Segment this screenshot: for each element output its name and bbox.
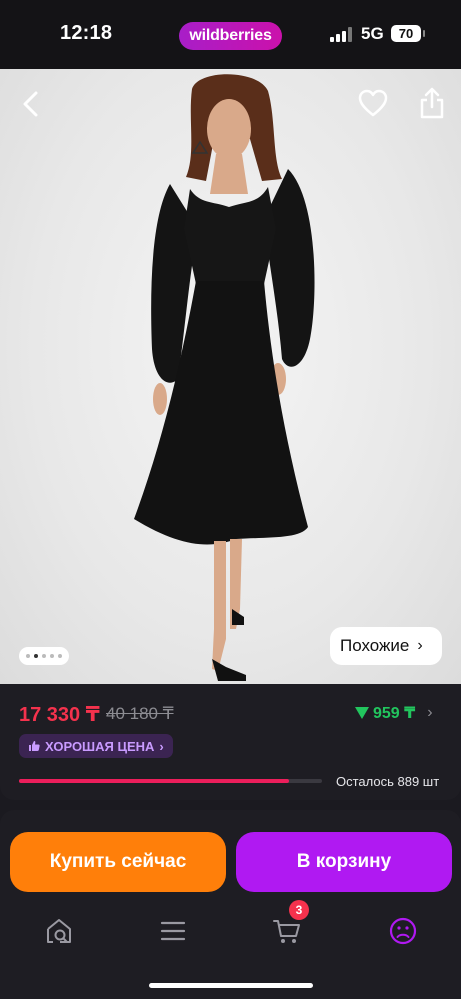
home-indicator [149,983,313,988]
pagination-dot [26,654,30,658]
menu-icon[interactable] [158,916,188,946]
badge-label: ХОРОШАЯ ЦЕНА [45,738,155,754]
buy-now-button[interactable]: Купить сейчас [10,832,226,892]
profile-icon[interactable] [388,916,418,946]
stock-remaining: Осталось 889 шт [336,774,440,789]
pagination-dot-active [34,654,38,658]
tab-bar [0,910,461,960]
bottom-actions: Купить сейчас В корзину [0,810,461,999]
status-time: 12:18 [60,22,113,44]
favorite-heart-icon[interactable] [358,89,388,119]
thumbs-up-icon [29,741,40,751]
home-search-icon[interactable] [44,916,74,946]
cart-icon[interactable] [272,916,302,946]
stock-progress-fill [19,779,289,783]
pagination-dot [58,654,62,658]
model-illustration [134,74,315,681]
chevron-right-icon: › [159,738,164,754]
pagination-dot [42,654,46,658]
current-price: 17 330 ₸ [19,704,100,726]
network-type: 5G [361,24,384,43]
back-arrow-icon[interactable] [16,89,46,119]
chevron-right-icon: › [427,704,433,721]
cart-count-badge: 3 [289,900,309,920]
cashback-link[interactable]: 959 ₸ › [355,703,433,723]
image-pagination-dots [19,647,69,665]
battery-icon: 70 [391,25,425,42]
signal-icon [330,27,352,42]
status-bar: 12:18 wildberries 5G 70 [0,0,461,69]
pagination-dot [50,654,54,658]
price-panel: 17 330 ₸ 40 180 ₸ 959 ₸ › ХОРОШАЯ ЦЕНА ›… [0,684,461,800]
stock-progress-bar [19,779,322,783]
good-price-badge[interactable]: ХОРОШАЯ ЦЕНА › [19,734,173,758]
similar-label: Похожие [340,636,410,655]
similar-button[interactable]: Похожие › [330,627,442,665]
down-triangle-icon [355,707,369,719]
add-to-cart-button[interactable]: В корзину [236,832,452,892]
chevron-right-icon: › [417,637,423,654]
share-icon[interactable] [418,87,446,119]
product-image[interactable]: Похожие › [0,69,461,684]
cashback-value: 959 ₸ [373,705,416,722]
old-price: 40 180 ₸ [106,704,174,723]
brand-pill: wildberries [179,22,282,50]
